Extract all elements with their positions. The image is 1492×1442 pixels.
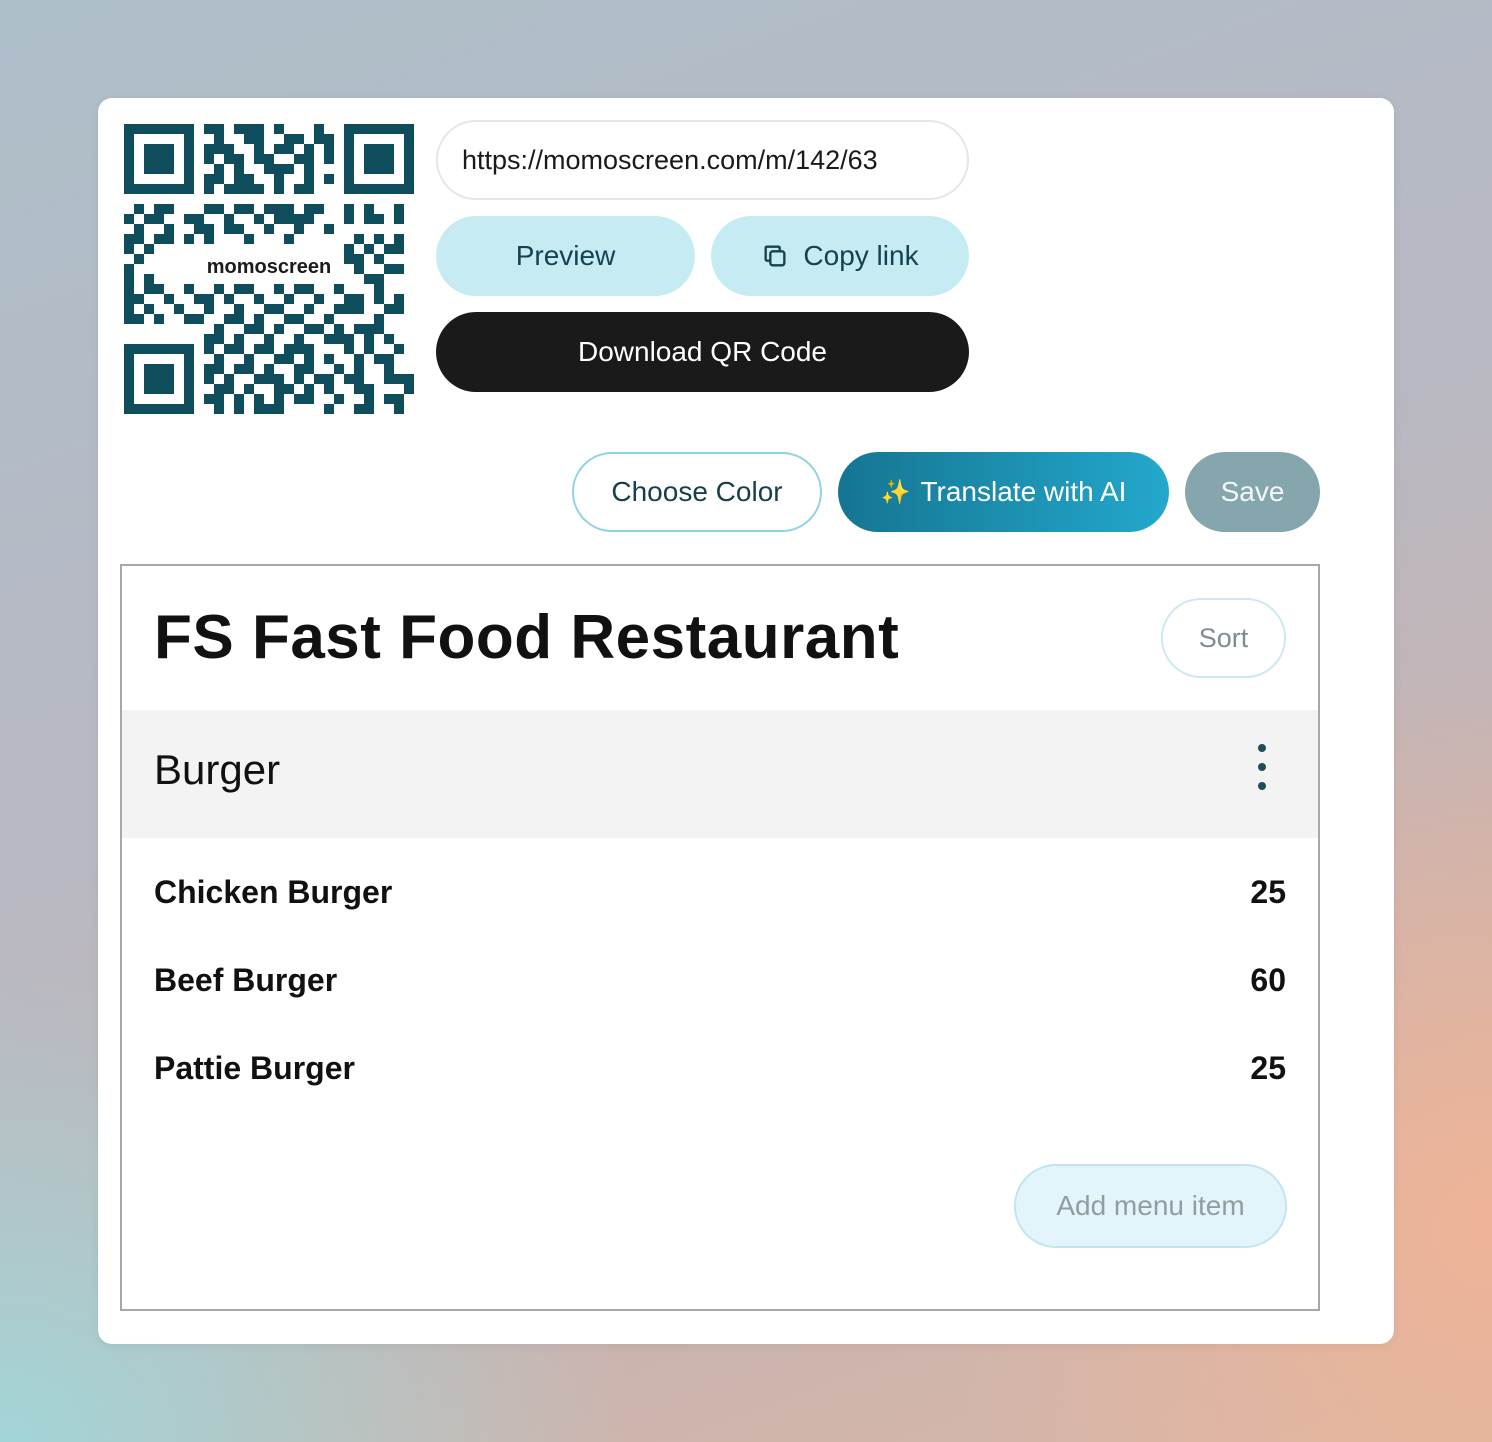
copy-link-button[interactable]: Copy link [711,216,969,296]
menu-item-name[interactable]: Pattie Burger [154,1050,355,1087]
add-menu-item-label: Add menu item [1056,1190,1245,1221]
sparkles-icon: ✨ [880,478,911,506]
sort-label: Sort [1198,622,1249,653]
preview-button[interactable]: Preview [436,216,695,296]
menu-url-field[interactable]: https://momoscreen.com/m/142/63 [436,120,969,200]
category-header[interactable] [122,710,1318,838]
add-menu-item-button[interactable]: Add menu item [1014,1164,1287,1248]
copy-link-label: Copy link [803,240,919,271]
menu-item-name[interactable]: Beef Burger [154,962,337,999]
copy-icon [761,242,789,270]
category-title[interactable]: Burger [154,746,280,794]
translate-ai-button[interactable]: ✨ Translate with AI [838,452,1169,532]
menu-item-price[interactable]: 25 [1250,1050,1286,1087]
restaurant-title[interactable]: FS Fast Food Restaurant [154,602,899,673]
sort-button[interactable]: Sort [1161,598,1286,678]
translate-ai-label: Translate with AI [920,476,1127,507]
choose-color-label: Choose Color [611,476,783,507]
download-qr-button[interactable]: Download QR Code [436,312,969,392]
menu-item-price[interactable]: 25 [1250,874,1286,911]
more-options-icon[interactable] [1248,744,1276,790]
save-button[interactable]: Save [1185,452,1320,532]
download-qr-label: Download QR Code [577,336,828,367]
save-label: Save [1220,476,1285,507]
menu-item-price[interactable]: 60 [1250,962,1286,999]
choose-color-button[interactable]: Choose Color [572,452,822,532]
qr-logo-text: momoscreen [124,256,414,279]
preview-button-label: Preview [515,240,616,271]
menu-item-name[interactable]: Chicken Burger [154,874,392,911]
